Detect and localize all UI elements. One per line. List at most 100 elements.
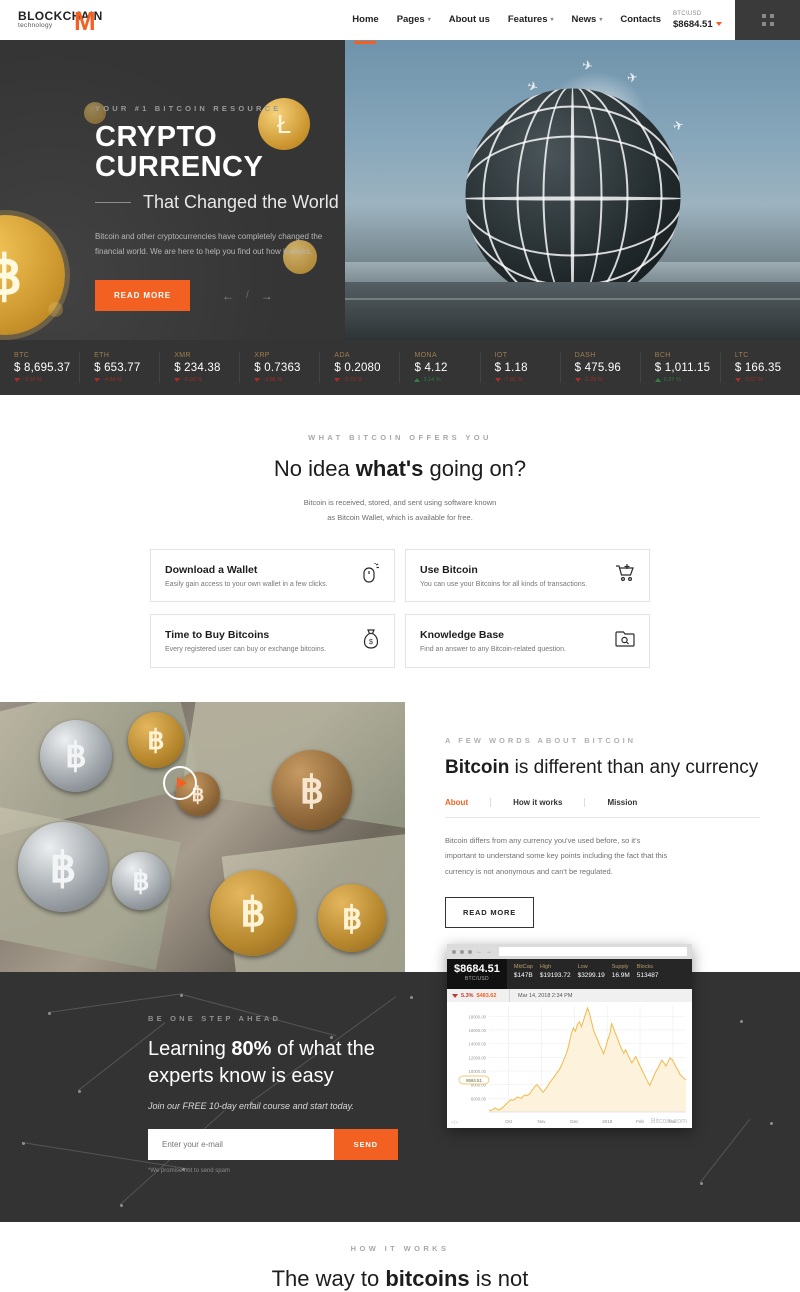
newsletter-title: Learning 80% of what the experts know is… — [148, 1038, 375, 1088]
ticker-item[interactable]: ADA $ 0.2080 -3.70 % — [320, 352, 401, 383]
offers-section: WHAT BITCOIN OFFERS YOU No idea what's g… — [0, 395, 800, 703]
arrow-right-icon[interactable]: → — [486, 949, 492, 955]
arrow-left-icon[interactable]: ← — [476, 949, 482, 955]
svg-text:10000.00: 10000.00 — [469, 1069, 487, 1074]
ticker-price: $ 1,011.15 — [654, 362, 711, 374]
grid-menu-button[interactable] — [735, 0, 800, 40]
send-button[interactable]: SEND — [333, 1129, 398, 1161]
card-desc: Find an answer to any Bitcoin-related qu… — [420, 646, 566, 654]
ticker-symbol: XRP — [254, 352, 270, 359]
ticker-item[interactable]: BTC $ 8,695.37 -3.10 % — [0, 352, 81, 383]
arrow-down-icon — [574, 378, 581, 382]
header-price-ticker[interactable]: BTC\USD $8684.51 — [673, 0, 735, 40]
main-navigation: Home Pages ▾ About us Features ▾ News ▾ … — [300, 0, 673, 40]
ticker-item[interactable]: DASH $ 475.96 -2.29 % — [561, 352, 641, 383]
price-chart: 6000.00 8000.00 10000.00 12000.00 14000.00 16… — [447, 1002, 692, 1128]
card-desc: Easily gain access to your own wallet in… — [165, 580, 328, 588]
ticker-price: $ 0.2080 — [334, 362, 381, 374]
arrow-down-icon — [254, 378, 261, 382]
nav-item-news[interactable]: News ▾ — [572, 0, 603, 40]
slider-next-icon[interactable]: → — [261, 289, 273, 303]
logo[interactable]: BLOCKCHAIN technology M — [0, 0, 300, 40]
nav-item-pages[interactable]: Pages ▾ — [397, 0, 431, 40]
ticker-price: $ 475.96 — [574, 362, 622, 374]
folder-search-icon — [615, 630, 635, 653]
ticker-item[interactable]: BCH $ 1,011.15 0.27 % — [641, 352, 721, 383]
nav-label: News — [571, 14, 597, 25]
logo-mark-icon: M — [74, 6, 96, 37]
nav-item-home[interactable]: Home — [352, 0, 378, 40]
svg-text:14000.00: 14000.00 — [469, 1042, 487, 1047]
price-amount: $8684.51 — [673, 18, 713, 30]
widget-price: $8684.51 — [454, 963, 500, 975]
ticker-item[interactable]: XMR $ 234.38 -6.00 % — [160, 352, 241, 383]
hero-slider: ฿ Ł YOUR #1 BITCOIN RESOURCE CRYPTO CURR… — [0, 40, 800, 340]
embed-code-icon[interactable]: </> — [451, 1120, 458, 1126]
chevron-down-icon: ▾ — [427, 17, 431, 23]
chevron-down-icon: ▾ — [550, 17, 554, 23]
tab-mission[interactable]: Mission — [585, 798, 659, 807]
ticker-item[interactable]: LTC $ 166.35 -3.67 % — [721, 352, 800, 383]
about-video-thumbnail[interactable]: ฿ ฿ ฿ ฿ ฿ ฿ ฿ ฿ — [0, 702, 405, 973]
hero-image: ✈ ✈ ✈ ✈ — [345, 40, 800, 340]
about-read-more-button[interactable]: READ MORE — [445, 897, 535, 929]
url-bar[interactable] — [499, 947, 687, 956]
hero-paragraph: Bitcoin and other cryptocurrencies have … — [95, 231, 323, 256]
ticker-price: $ 166.35 — [734, 362, 782, 374]
tab-about[interactable]: About — [445, 797, 492, 807]
ticker-symbol: BTC — [14, 352, 30, 359]
how-it-works-section: HOW IT WORKS The way to bitcoins is not — [0, 1222, 800, 1291]
stat-high: High $19193.72 — [539, 964, 571, 979]
arrow-down-icon — [94, 378, 101, 382]
ticker-symbol: ADA — [334, 352, 350, 359]
widget-price-block: $8684.51 BTC/USD — [447, 959, 507, 989]
nav-label: About us — [448, 14, 490, 25]
ticker-item[interactable]: MONA $ 4.12 3.14 % — [400, 352, 481, 383]
window-dot — [460, 949, 464, 954]
svg-text:Oct: Oct — [505, 1119, 513, 1124]
svg-text:2018: 2018 — [602, 1119, 613, 1124]
ticker-symbol: BCH — [654, 352, 671, 359]
ticker-price: $ 653.77 — [94, 362, 141, 374]
stat-low: Low $3299.19 — [577, 964, 605, 979]
ticker-item[interactable]: XRP $ 0.7363 -3.86 % — [240, 352, 321, 383]
offer-card-use-bitcoin[interactable]: Use Bitcoin You can use your Bitcoins fo… — [405, 549, 650, 603]
offer-card-knowledge-base[interactable]: Knowledge Base Find an answer to any Bit… — [405, 614, 650, 669]
play-button[interactable] — [163, 766, 197, 800]
spam-note: *We promise not to send spam — [148, 1168, 230, 1175]
arrow-down-icon — [334, 378, 341, 382]
ticker-change: -3.70 % — [334, 377, 399, 383]
ticker-change: 0.27 % — [654, 377, 720, 383]
ticker-price: $ 4.12 — [414, 362, 448, 374]
chart-canvas: 6000.008000.0010000.0012000.0014000.0016… — [458, 1006, 687, 1124]
ticker-change: -4.84 % — [94, 377, 159, 383]
nav-label: Features — [507, 14, 548, 25]
coin-image: ฿ — [272, 750, 352, 831]
triangle-down-icon — [715, 22, 722, 26]
bitcoin-price-widget: ← → $8684.51 BTC/USD MktCap $147B High $19… — [447, 944, 692, 1128]
about-title: Bitcoin is different than any currency — [445, 757, 759, 779]
coin-image: ฿ — [210, 870, 296, 957]
hero-read-more-button[interactable]: READ MORE — [95, 280, 190, 312]
chart-watermark: Bitcoin.com — [650, 1118, 687, 1125]
ticker-item[interactable]: IOT $ 1.18 -7.81 % — [481, 352, 561, 383]
card-title: Knowledge Base — [420, 629, 505, 642]
card-title: Time to Buy Bitcoins — [165, 629, 270, 642]
svg-text:12000.00: 12000.00 — [469, 1055, 487, 1060]
ticker-item[interactable]: ETH $ 653.77 -4.84 % — [80, 352, 161, 383]
svg-text:Feb: Feb — [636, 1119, 644, 1124]
email-input[interactable] — [148, 1129, 334, 1161]
nav-item-about-us[interactable]: About us — [449, 0, 490, 40]
arrow-down-icon — [452, 993, 458, 998]
arrow-down-icon — [174, 378, 181, 382]
nav-item-contacts[interactable]: Contacts — [620, 0, 661, 40]
site-header: BLOCKCHAIN technology M Home Pages ▾ Abo… — [0, 0, 800, 40]
window-dot — [452, 949, 456, 954]
offer-card-download-wallet[interactable]: Download a Wallet Easily gain access to … — [150, 549, 395, 603]
chevron-down-icon: ▾ — [599, 17, 603, 23]
tab-how-it-works[interactable]: How it works — [491, 797, 586, 807]
money-bag-icon: $ — [362, 628, 380, 654]
offer-card-time-to-buy[interactable]: Time to Buy Bitcoins Every registered us… — [150, 614, 395, 669]
slider-prev-icon[interactable]: ← — [222, 289, 234, 303]
nav-item-features[interactable]: Features ▾ — [508, 0, 554, 40]
